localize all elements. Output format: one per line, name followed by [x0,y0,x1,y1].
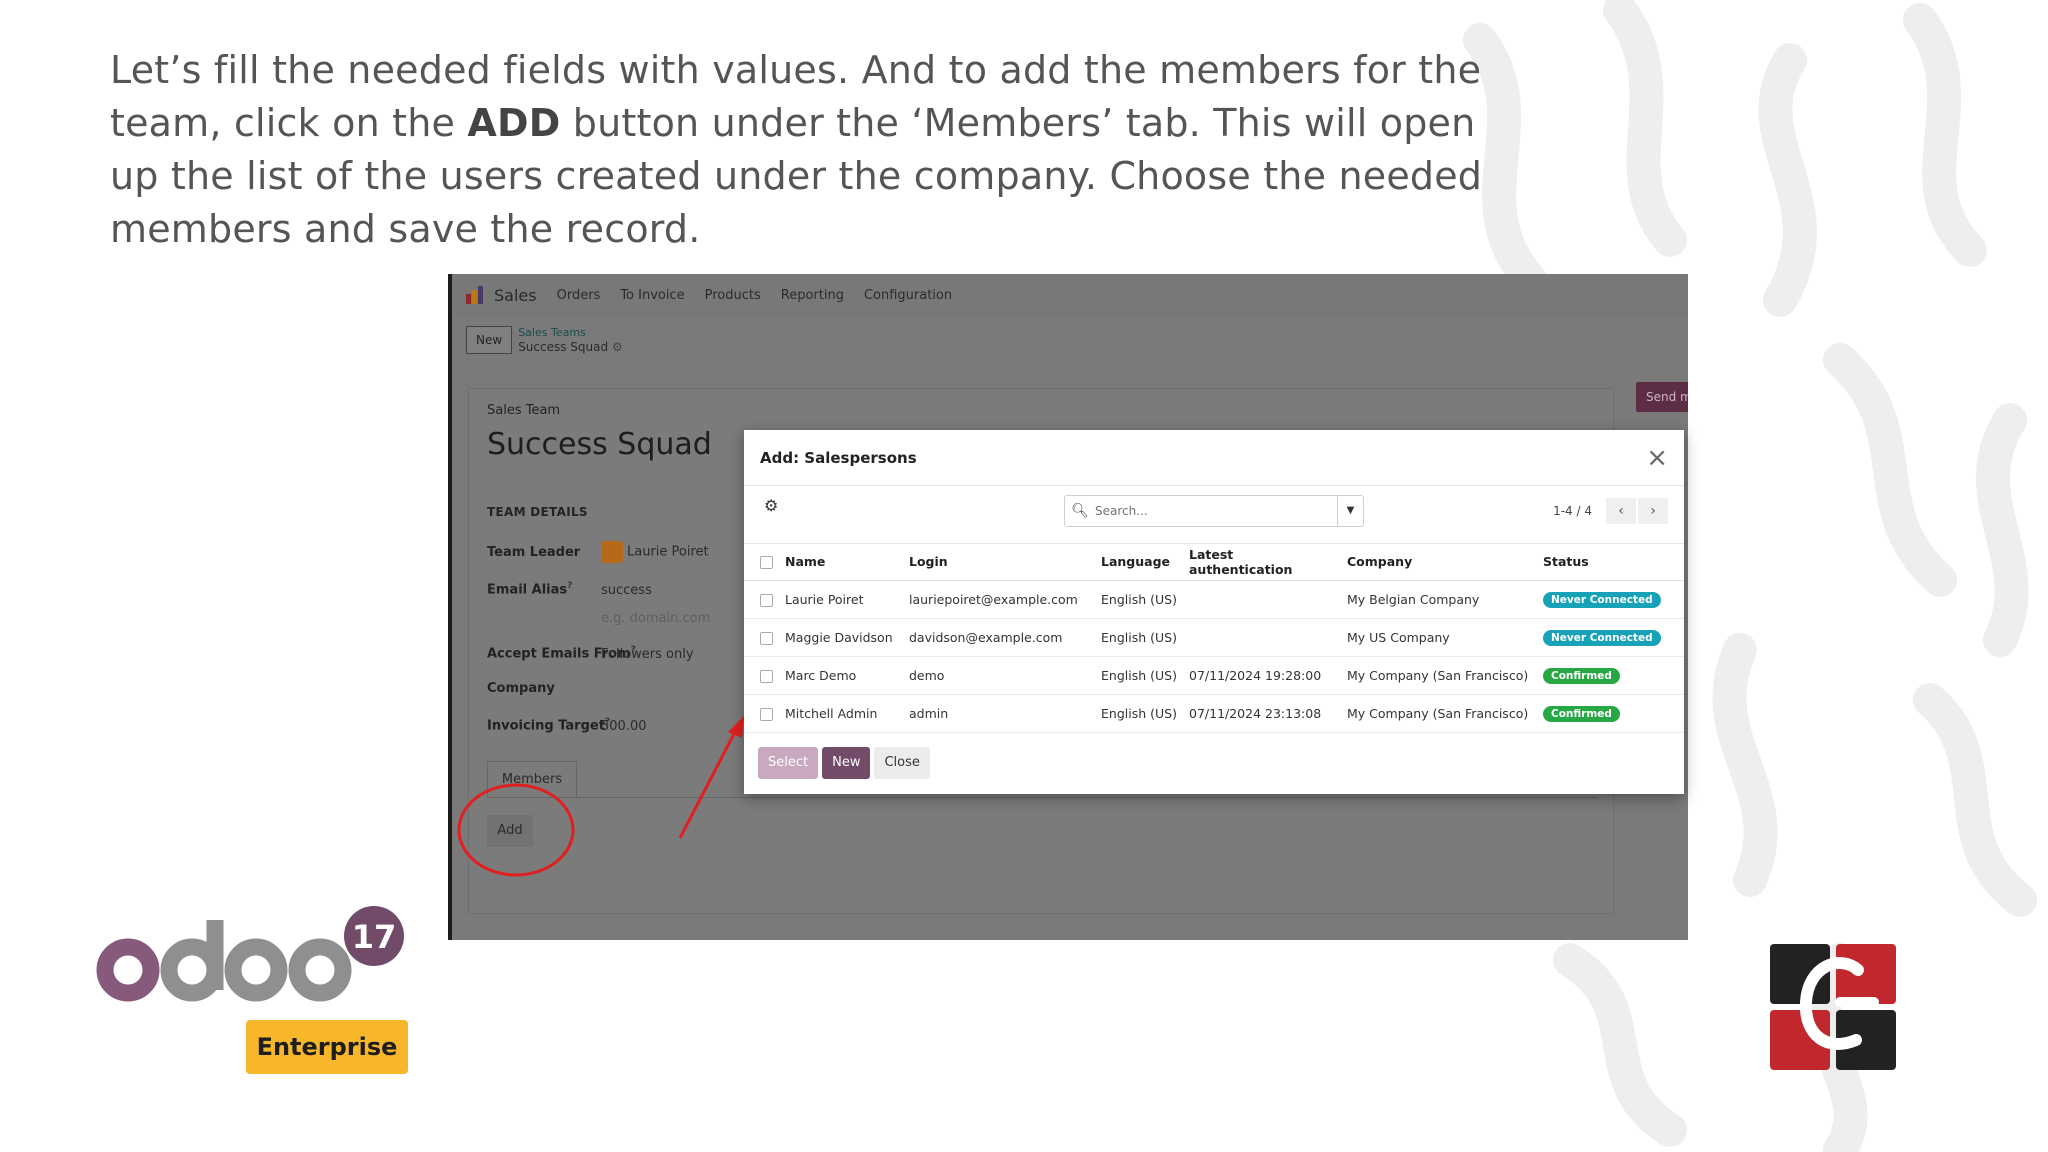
menu-products[interactable]: Products [705,288,761,303]
app-name[interactable]: Sales [494,286,537,305]
record-title[interactable]: Success Squad [487,427,712,462]
menu-orders[interactable]: Orders [557,288,601,303]
row-checkbox[interactable] [760,631,773,645]
email-alias-field[interactable]: success [601,583,652,598]
company-logo [1770,944,1896,1070]
search-box: 🔍︎ ▼ [1064,495,1364,527]
version-label: 17 [352,918,397,956]
accept-emails-field[interactable]: Followers only [601,647,694,662]
cell-name: Mitchell Admin [779,694,903,733]
intro-text: Let’s fill the needed fields with values… [110,48,1483,251]
team-leader-field[interactable]: Laurie Poiret [601,541,709,563]
cell-auth: 07/11/2024 19:28:00 [1183,656,1341,695]
section-team-details: TEAM DETAILS [487,505,588,519]
column-status[interactable]: Status [1537,544,1684,581]
tab-members[interactable]: Members [487,761,577,797]
record-type-label: Sales Team [487,403,561,418]
status-badge: Never Connected [1543,629,1661,646]
cell-login: lauriepoiret@example.com [903,580,1095,619]
table-row[interactable]: Marc Demo demo English (US) 07/11/2024 1… [744,656,1684,695]
cell-language: English (US) [1095,694,1183,733]
cell-auth: 07/11/2024 23:13:08 [1183,694,1341,733]
cell-company: My Company (San Francisco) [1341,656,1537,695]
menu-reporting[interactable]: Reporting [781,288,844,303]
invoicing-target-field[interactable]: 500.00 [601,719,647,734]
email-domain-field[interactable]: e.g. domain.com [601,611,710,626]
close-button[interactable]: Close [874,747,930,779]
control-panel: New Sales Teams Success Squad ⚙ [466,326,623,354]
table-row[interactable]: Maggie Davidson davidson@example.com Eng… [744,618,1684,657]
status-badge: Confirmed [1543,705,1620,722]
cell-auth [1183,618,1341,657]
cell-company: My Company (San Francisco) [1341,694,1537,733]
new-record-button[interactable]: New [466,326,513,354]
row-checkbox[interactable] [760,707,773,721]
cell-name: Maggie Davidson [779,618,903,657]
column-latest-authentication[interactable]: Latest authentication [1183,544,1341,581]
column-name[interactable]: Name [779,544,903,581]
cell-name: Marc Demo [779,656,903,695]
cell-language: English (US) [1095,580,1183,619]
company-label: Company [487,681,555,696]
row-checkbox[interactable] [760,669,773,683]
status-badge: Never Connected [1543,591,1661,608]
pager: 1-4 / 4 ‹ › [1553,498,1668,524]
cell-company: My US Company [1341,618,1537,657]
column-language[interactable]: Language [1095,544,1183,581]
table-row[interactable]: Mitchell Admin admin English (US) 07/11/… [744,694,1684,733]
column-login[interactable]: Login [903,544,1095,581]
column-company[interactable]: Company [1341,544,1537,581]
team-leader-label: Team Leader [487,545,581,560]
breadcrumb: Sales Teams Success Squad ⚙ [518,326,623,354]
breadcrumb-current: Success Squad [518,340,609,354]
avatar [601,541,623,563]
add-salespersons-dialog: Add: Salespersons × ⚙ 🔍︎ ▼ 1-4 / 4 ‹ › N… [744,430,1684,794]
email-alias-label: Email Alias? [487,581,573,598]
cell-name: Laurie Poiret [779,580,903,619]
cell-auth [1183,580,1341,619]
table-row[interactable]: Laurie Poiret lauriepoiret@example.com E… [744,580,1684,619]
dialog-footer: Select New Close [744,732,1684,794]
top-navbar: Sales Orders To Invoice Products Reporti… [452,274,1688,316]
pager-value[interactable]: 1-4 / 4 [1553,504,1592,518]
status-badge: Confirmed [1543,667,1620,684]
search-input[interactable] [1095,504,1337,518]
sales-app-icon [466,286,484,304]
cell-login: admin [903,694,1095,733]
add-member-button[interactable]: Add [487,815,533,847]
new-button[interactable]: New [822,747,871,779]
chevron-right-icon[interactable]: › [1638,498,1668,524]
invoicing-target-label: Invoicing Target? [487,717,611,734]
dialog-title: Add: Salespersons [760,448,917,467]
send-message-button[interactable]: Send m [1636,382,1688,412]
table-header-row: Name Login Language Latest authenticatio… [744,544,1684,581]
cell-language: English (US) [1095,618,1183,657]
chevron-left-icon[interactable]: ‹ [1606,498,1636,524]
breadcrumb-parent[interactable]: Sales Teams [518,326,623,340]
enterprise-badge: Enterprise [246,1020,408,1074]
chevron-down-icon[interactable]: ▼ [1337,496,1363,526]
menu-to-invoice[interactable]: To Invoice [620,288,684,303]
users-table: Name Login Language Latest authenticatio… [744,544,1684,733]
search-icon: 🔍︎ [1071,503,1089,519]
close-icon[interactable]: × [1646,445,1668,471]
dialog-controls: ⚙ 🔍︎ ▼ 1-4 / 4 ‹ › [744,486,1684,544]
cell-company: My Belgian Company [1341,580,1537,619]
row-checkbox[interactable] [760,593,773,607]
gear-icon[interactable]: ⚙ [764,496,778,515]
tab-divider [487,797,1597,798]
cell-login: demo [903,656,1095,695]
menu-configuration[interactable]: Configuration [864,288,952,303]
select-all-checkbox[interactable] [760,556,773,570]
select-button[interactable]: Select [758,747,819,779]
gear-icon[interactable]: ⚙ [612,340,623,354]
cell-language: English (US) [1095,656,1183,695]
dialog-header: Add: Salespersons × [744,430,1684,486]
cell-login: davidson@example.com [903,618,1095,657]
